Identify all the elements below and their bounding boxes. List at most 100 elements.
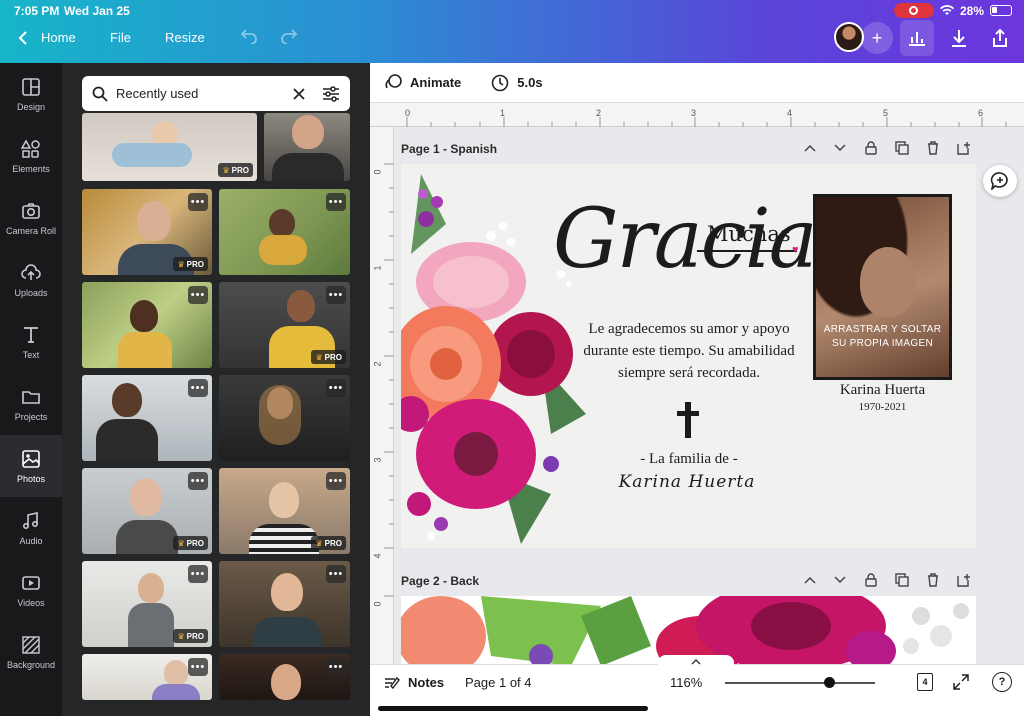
photo-thumbnail-old-man[interactable]: ••• ♛ PRO (82, 189, 212, 275)
lock-page-button[interactable] (861, 138, 881, 158)
zoom-slider[interactable] (725, 682, 875, 684)
grid-view-button[interactable]: 4 (917, 673, 933, 691)
sidebar-item-elements[interactable]: Elements (0, 125, 62, 187)
lock-icon (865, 573, 877, 587)
photo-thumbnail-man-smiling[interactable] (264, 113, 350, 181)
battery-percent: 28% (959, 3, 984, 18)
delete-page-button[interactable] (923, 138, 943, 158)
cross-icon[interactable] (677, 402, 699, 438)
add-page-button[interactable] (954, 138, 974, 158)
add-page-button[interactable] (954, 570, 974, 590)
more-options-button[interactable]: ••• (326, 565, 346, 583)
page2-title[interactable]: Page 2 - Back (401, 574, 479, 588)
photo-thumbnail-baby[interactable]: ♛ PRO (82, 113, 257, 181)
photo-thumbnail-woman-black-top[interactable]: ••• (82, 375, 212, 461)
filter-icon[interactable] (322, 85, 340, 102)
family-signature[interactable]: Karina Huerta (597, 472, 777, 492)
photo-thumbnail-woman-portrait[interactable]: ••• (219, 375, 350, 461)
home-button[interactable]: Home (41, 30, 76, 45)
file-menu-button[interactable]: File (110, 30, 131, 45)
sidebar-item-background[interactable]: Background (0, 621, 62, 683)
search-input[interactable]: Recently used (116, 86, 292, 101)
photo-thumbnail-girl-playing[interactable]: ••• (219, 189, 350, 275)
share-button[interactable] (983, 20, 1017, 56)
download-button[interactable] (942, 20, 976, 56)
sidebar-item-audio[interactable]: Audio (0, 497, 62, 559)
sidebar-item-text[interactable]: Text (0, 311, 62, 373)
clear-icon[interactable] (292, 87, 306, 101)
gracias-heading[interactable]: Gracias (553, 192, 858, 287)
delete-page-button[interactable] (923, 570, 943, 590)
thank-you-message[interactable]: Le agradecemos su amor y apoyo durante e… (569, 318, 809, 384)
sidebar-item-videos[interactable]: Videos (0, 559, 62, 621)
redo-icon[interactable] (280, 28, 298, 44)
move-page-down-button[interactable] (830, 138, 850, 158)
duplicate-page-button[interactable] (892, 138, 912, 158)
expand-pages-handle[interactable] (658, 655, 734, 669)
animate-button[interactable]: Animate (410, 75, 461, 90)
screen-record-indicator[interactable] (893, 3, 934, 18)
zoom-level[interactable]: 116% (670, 675, 702, 690)
add-collaborator-button[interactable]: + (861, 22, 893, 54)
sidebar-label: Audio (19, 535, 43, 546)
photo-thumbnail-young-man-curly[interactable]: ••• (219, 561, 350, 647)
muchas-text[interactable]: Muchas (707, 222, 791, 246)
undo-icon[interactable] (240, 28, 258, 44)
more-options-button[interactable]: ••• (326, 286, 346, 304)
resize-button[interactable]: Resize (165, 30, 205, 45)
photo-thumbnail-woman-striped-shirt[interactable]: ••• ♛ PRO (219, 468, 350, 554)
back-chevron-icon[interactable] (18, 31, 28, 45)
move-page-down-button[interactable] (830, 570, 850, 590)
underline-decoration (697, 250, 797, 252)
more-options-button[interactable]: ••• (326, 658, 346, 676)
person-name[interactable]: Karina Huerta (813, 382, 952, 399)
more-options-button[interactable]: ••• (326, 193, 346, 211)
more-options-button[interactable]: ••• (188, 379, 208, 397)
photo-thumbnail-woman-office[interactable]: ••• ♛ PRO (82, 561, 212, 647)
search-icon (92, 86, 108, 102)
drag-drop-hint: ARRASTRAR Y SOLTAR SU PROPIA IMAGEN (823, 324, 942, 349)
photo-thumbnail-woman-yellow-shirt[interactable]: ••• ♛ PRO (219, 282, 350, 368)
sidebar-item-design[interactable]: Design (0, 63, 62, 125)
sidebar-label: Videos (17, 597, 45, 608)
person-years[interactable]: 1970-2021 (813, 401, 952, 413)
more-options-button[interactable]: ••• (188, 658, 208, 676)
search-bar[interactable]: Recently used (82, 76, 350, 111)
comment-plus-icon (990, 172, 1008, 190)
portrait-placeholder[interactable]: ARRASTRAR Y SOLTAR SU PROPIA IMAGEN (816, 197, 949, 377)
photo-thumbnail-woman-brown-hair[interactable]: ••• ♛ PRO (82, 468, 212, 554)
more-options-button[interactable]: ••• (188, 193, 208, 211)
page1-title[interactable]: Page 1 - Spanish (401, 142, 497, 156)
more-options-button[interactable]: ••• (188, 286, 208, 304)
lock-page-button[interactable] (861, 570, 881, 590)
more-options-button[interactable]: ••• (326, 379, 346, 397)
analytics-button[interactable] (900, 20, 934, 56)
wifi-icon (939, 5, 954, 16)
more-options-button[interactable]: ••• (188, 565, 208, 583)
move-page-up-button[interactable] (800, 138, 820, 158)
move-page-up-button[interactable] (800, 570, 820, 590)
sidebar-item-uploads[interactable]: Uploads (0, 249, 62, 311)
more-options-button[interactable]: ••• (326, 472, 346, 490)
sidebar-item-photos[interactable]: Photos (0, 435, 62, 497)
sidebar-item-camera-roll[interactable]: Camera Roll (0, 187, 62, 249)
notes-button[interactable]: Notes (408, 675, 444, 690)
page-indicator[interactable]: Page 1 of 4 (465, 675, 532, 690)
zoom-slider-handle[interactable] (823, 677, 835, 688)
duration-button[interactable]: 5.0s (517, 75, 542, 90)
left-sidebar: Design Elements Camera Roll Uploads Text… (0, 63, 62, 716)
photo-thumbnail-woman-dark-hair[interactable]: ••• (219, 654, 350, 700)
page1-canvas[interactable]: Gracias Muchas ♥ Le agradecemos su amor … (401, 164, 976, 548)
fullscreen-icon[interactable] (953, 674, 969, 690)
help-button[interactable]: ? (992, 672, 1012, 692)
family-label[interactable]: - La familia de - (609, 451, 769, 468)
duplicate-page-button[interactable] (892, 570, 912, 590)
text-icon (24, 326, 38, 343)
sidebar-item-projects[interactable]: Projects (0, 373, 62, 435)
photo-thumbnail-elderly-woman[interactable]: ••• (82, 654, 212, 700)
user-avatar[interactable] (834, 22, 864, 52)
more-options-button[interactable]: ••• (188, 472, 208, 490)
photo-thumbnail-girl-yellow-dress[interactable]: ••• (82, 282, 212, 368)
photo-frame[interactable]: ARRASTRAR Y SOLTAR SU PROPIA IMAGEN (813, 194, 952, 380)
add-comment-button[interactable] (983, 165, 1017, 197)
